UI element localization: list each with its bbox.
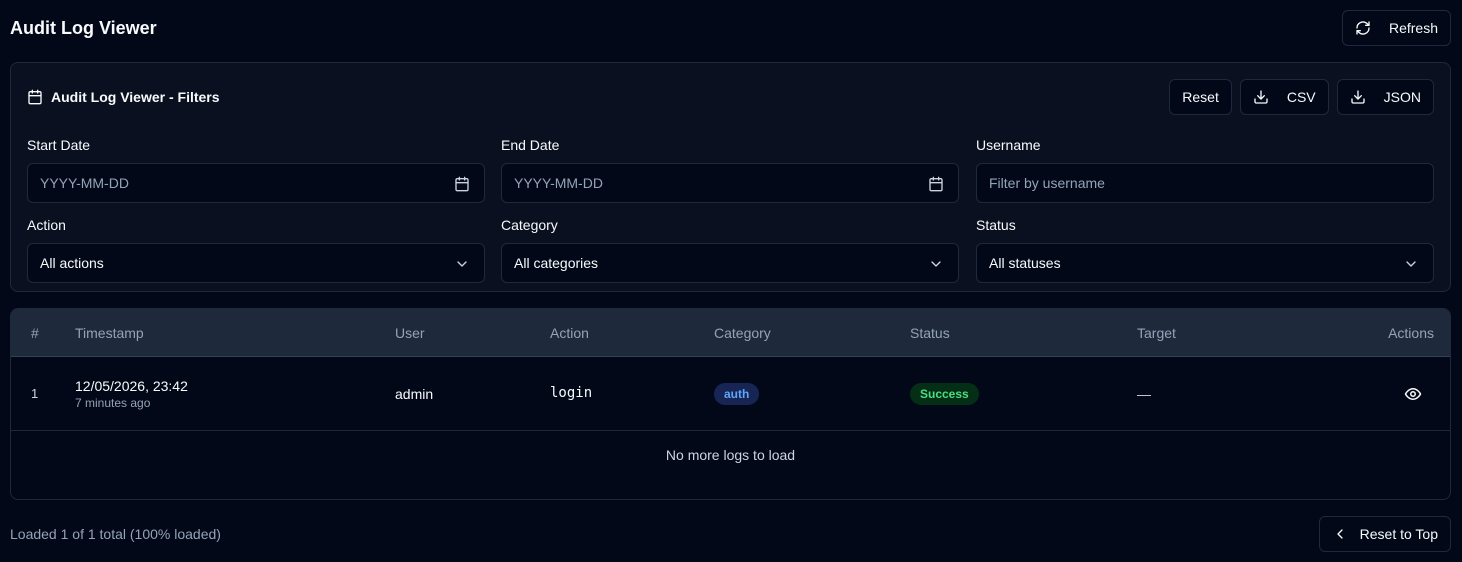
filters-title: Audit Log Viewer - Filters bbox=[27, 89, 220, 105]
table-row[interactable]: 1 12/05/2026, 23:42 7 minutes ago admin … bbox=[11, 357, 1450, 431]
status-badge: Success bbox=[910, 383, 979, 405]
export-csv-button[interactable]: CSV bbox=[1239, 79, 1329, 115]
column-header-target: Target bbox=[1137, 325, 1176, 341]
reset-filters-button[interactable]: Reset bbox=[1169, 79, 1232, 115]
end-date-label: End Date bbox=[501, 137, 560, 153]
no-more-logs-message: No more logs to load bbox=[665, 447, 796, 463]
username-field: Username Filter by username bbox=[976, 135, 1434, 203]
download-icon bbox=[1350, 90, 1365, 104]
page-title: Audit Log Viewer bbox=[10, 17, 157, 38]
reset-to-top-label: Reset to Top bbox=[1359, 526, 1438, 542]
row-status: Success bbox=[910, 383, 979, 405]
timestamp-value: 12/05/2026, 23:42 bbox=[75, 378, 188, 394]
download-icon bbox=[1254, 90, 1268, 104]
row-timestamp: 12/05/2026, 23:42 7 minutes ago bbox=[75, 378, 188, 410]
column-header-timestamp: Timestamp bbox=[75, 325, 144, 341]
username-input[interactable]: Filter by username bbox=[976, 163, 1434, 203]
status-select[interactable]: All statuses bbox=[976, 243, 1434, 283]
timestamp-relative: 7 minutes ago bbox=[75, 396, 151, 410]
row-user: admin bbox=[395, 386, 434, 402]
action-label: Action bbox=[27, 217, 66, 233]
json-label: JSON bbox=[1383, 89, 1421, 105]
chevron-down-icon bbox=[1406, 261, 1416, 267]
page-header: Audit Log Viewer Refresh bbox=[10, 10, 1451, 46]
column-header-index: # bbox=[31, 325, 39, 341]
category-badge: auth bbox=[714, 383, 760, 405]
start-date-field: Start Date YYYY-MM-DD bbox=[27, 135, 485, 203]
status-label: Status bbox=[976, 217, 1016, 233]
end-date-field: End Date YYYY-MM-DD bbox=[501, 135, 959, 203]
view-details-icon[interactable] bbox=[1404, 385, 1422, 403]
action-select[interactable]: All actions bbox=[27, 243, 485, 283]
status-select-value: All statuses bbox=[989, 255, 1061, 271]
filters-actions: Reset CSV JSON bbox=[1169, 79, 1434, 115]
end-date-input[interactable]: YYYY-MM-DD bbox=[501, 163, 959, 203]
row-action: login bbox=[550, 385, 593, 401]
filters-card: Audit Log Viewer - Filters Reset CSV JSO… bbox=[10, 62, 1451, 292]
username-label: Username bbox=[976, 137, 1041, 153]
audit-log-table: # Timestamp User Action Category Status … bbox=[10, 308, 1451, 500]
column-header-status: Status bbox=[910, 325, 950, 341]
table-header: # Timestamp User Action Category Status … bbox=[11, 309, 1450, 357]
calendar-icon bbox=[28, 89, 42, 105]
load-status-text: Loaded 1 of 1 total (100% loaded) bbox=[10, 526, 221, 542]
refresh-button[interactable]: Refresh bbox=[1341, 10, 1451, 46]
category-field: Category All categories bbox=[501, 215, 959, 283]
status-field: Status All statuses bbox=[976, 215, 1434, 283]
start-date-input[interactable]: YYYY-MM-DD bbox=[27, 163, 485, 203]
action-field: Action All actions bbox=[27, 215, 485, 283]
reset-to-top-button[interactable]: Reset to Top bbox=[1318, 516, 1451, 552]
export-json-button[interactable]: JSON bbox=[1336, 79, 1434, 115]
filters-title-text: Audit Log Viewer - Filters bbox=[51, 89, 220, 105]
column-header-user: User bbox=[395, 325, 425, 341]
action-select-value: All actions bbox=[40, 255, 104, 271]
start-date-placeholder: YYYY-MM-DD bbox=[40, 175, 129, 191]
refresh-icon bbox=[1356, 21, 1370, 35]
column-header-action: Action bbox=[550, 325, 589, 341]
category-select-value: All categories bbox=[514, 255, 599, 271]
filters-header: Audit Log Viewer - Filters Reset CSV JSO… bbox=[27, 79, 1434, 115]
calendar-icon[interactable] bbox=[454, 176, 470, 192]
end-date-placeholder: YYYY-MM-DD bbox=[514, 175, 603, 191]
category-label: Category bbox=[501, 217, 558, 233]
csv-label: CSV bbox=[1286, 89, 1316, 105]
column-header-actions: Actions bbox=[1388, 325, 1434, 341]
chevron-left-icon bbox=[1336, 529, 1343, 539]
chevron-down-icon bbox=[931, 261, 941, 267]
start-date-label: Start Date bbox=[27, 137, 91, 153]
calendar-icon[interactable] bbox=[928, 176, 944, 192]
category-select[interactable]: All categories bbox=[501, 243, 959, 283]
audit-log-page: Audit Log Viewer Refresh Audit Log Viewe… bbox=[0, 0, 1462, 562]
row-index: 1 bbox=[31, 386, 39, 401]
page-footer: Loaded 1 of 1 total (100% loaded) Reset … bbox=[10, 516, 1451, 552]
refresh-label: Refresh bbox=[1388, 20, 1438, 36]
column-header-category: Category bbox=[714, 325, 771, 341]
row-category: auth bbox=[714, 383, 760, 405]
row-target: — bbox=[1137, 386, 1151, 402]
username-placeholder: Filter by username bbox=[989, 175, 1105, 191]
chevron-down-icon bbox=[457, 261, 467, 267]
